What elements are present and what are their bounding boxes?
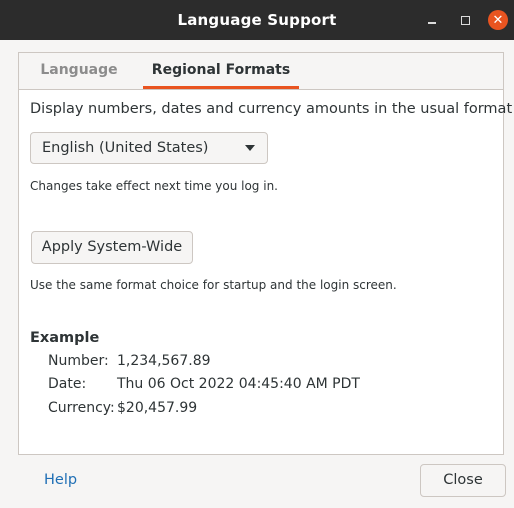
tab-regional-formats-label: Regional Formats (151, 62, 291, 78)
format-description: Display numbers, dates and currency amou… (30, 101, 514, 117)
example-value: 1,234,567.89 (117, 353, 211, 369)
example-value: Thu 06 Oct 2022 04:45:40 AM PDT (117, 376, 360, 392)
example-label: Number: (48, 353, 109, 369)
chevron-down-icon (245, 145, 255, 151)
locale-dropdown[interactable]: English (United States) (30, 132, 268, 164)
tab-notebook: Language Regional Formats Display number… (18, 52, 514, 455)
example-heading: Example (30, 330, 100, 346)
close-icon: ✕ (492, 12, 504, 28)
tab-bar: Language Regional Formats (19, 53, 503, 90)
regional-formats-page: Display numbers, dates and currency amou… (19, 89, 514, 454)
minimize-button[interactable] (422, 10, 442, 30)
help-link[interactable]: Help (44, 472, 77, 488)
minimize-icon (428, 22, 436, 24)
locale-dropdown-value: English (United States) (42, 140, 209, 156)
apply-system-wide-button[interactable]: Apply System-Wide (31, 231, 193, 264)
close-button[interactable]: Close (420, 464, 506, 497)
language-support-window: Language Support ✕ Language Regional For… (0, 0, 514, 508)
window-close-button[interactable]: ✕ (488, 10, 508, 30)
effect-note: Changes take effect next time you log in… (30, 179, 278, 193)
tab-regional-formats[interactable]: Regional Formats (143, 53, 299, 89)
example-value: $20,457.99 (117, 400, 198, 416)
example-label: Currency: (48, 400, 115, 416)
example-row-date: Date: Thu 06 Oct 2022 04:45:40 AM PDT (48, 376, 360, 392)
maximize-icon (460, 15, 470, 25)
example-label: Date: (48, 376, 87, 392)
example-row-number: Number: 1,234,567.89 (48, 353, 211, 369)
titlebar[interactable]: Language Support ✕ (0, 0, 514, 40)
apply-note: Use the same format choice for startup a… (30, 278, 397, 292)
maximize-button[interactable] (455, 10, 475, 30)
example-row-currency: Currency: $20,457.99 (48, 400, 197, 416)
tab-language[interactable]: Language (31, 53, 127, 88)
